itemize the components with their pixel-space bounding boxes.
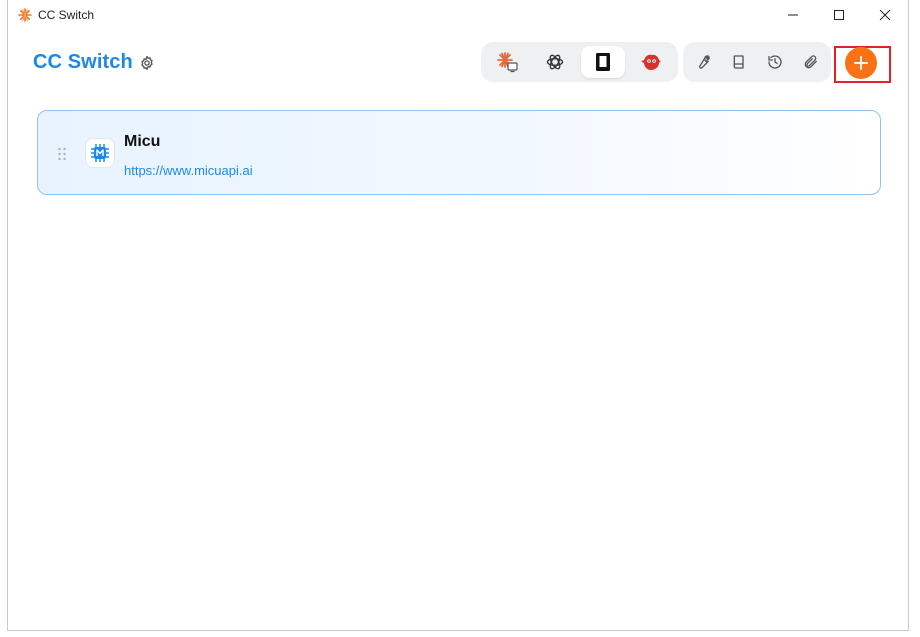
wrench-icon <box>699 55 710 69</box>
app-tab-gemini[interactable] <box>581 46 625 78</box>
chip-m-icon <box>91 144 109 162</box>
app-switcher <box>481 42 678 82</box>
provider-url-link[interactable]: https://www.micuapi.ai <box>124 163 253 178</box>
drag-handle-icon[interactable] <box>57 147 67 161</box>
minimize-button[interactable] <box>770 0 816 30</box>
gemini-icon <box>596 53 610 71</box>
starburst-logo-icon <box>18 8 32 22</box>
history-icon <box>768 55 782 69</box>
maximize-icon <box>834 10 844 20</box>
add-provider-button[interactable] <box>845 47 877 79</box>
app-window: CC Switch CC Switch Micu https://www.mic… <box>7 0 909 631</box>
plus-icon <box>854 56 868 70</box>
provider-card[interactable]: Micu https://www.micuapi.ai <box>37 110 881 195</box>
history-button[interactable] <box>759 46 791 78</box>
claude-code-icon <box>497 52 518 73</box>
attachments-button[interactable] <box>795 46 827 78</box>
close-icon <box>879 9 891 21</box>
window-title: CC Switch <box>38 8 95 22</box>
app-title: CC Switch <box>33 51 133 73</box>
tool-bar <box>683 42 831 82</box>
paperclip-icon <box>804 55 817 69</box>
gear-icon <box>141 56 153 70</box>
docs-button[interactable] <box>723 46 755 78</box>
red-bird-icon <box>641 54 661 70</box>
provider-logo <box>85 138 115 168</box>
app-tab-bird[interactable] <box>629 46 673 78</box>
minimize-icon <box>788 14 798 16</box>
maximize-button[interactable] <box>816 0 862 30</box>
book-icon <box>733 55 744 69</box>
app-tab-openai[interactable] <box>533 46 577 78</box>
provider-name: Micu <box>124 133 161 150</box>
app-tab-claude-code[interactable] <box>485 46 529 78</box>
tools-button[interactable] <box>687 46 719 78</box>
settings-button[interactable] <box>136 52 158 74</box>
openai-icon <box>546 54 564 70</box>
title-bar: CC Switch <box>8 0 908 30</box>
close-button[interactable] <box>862 0 908 30</box>
